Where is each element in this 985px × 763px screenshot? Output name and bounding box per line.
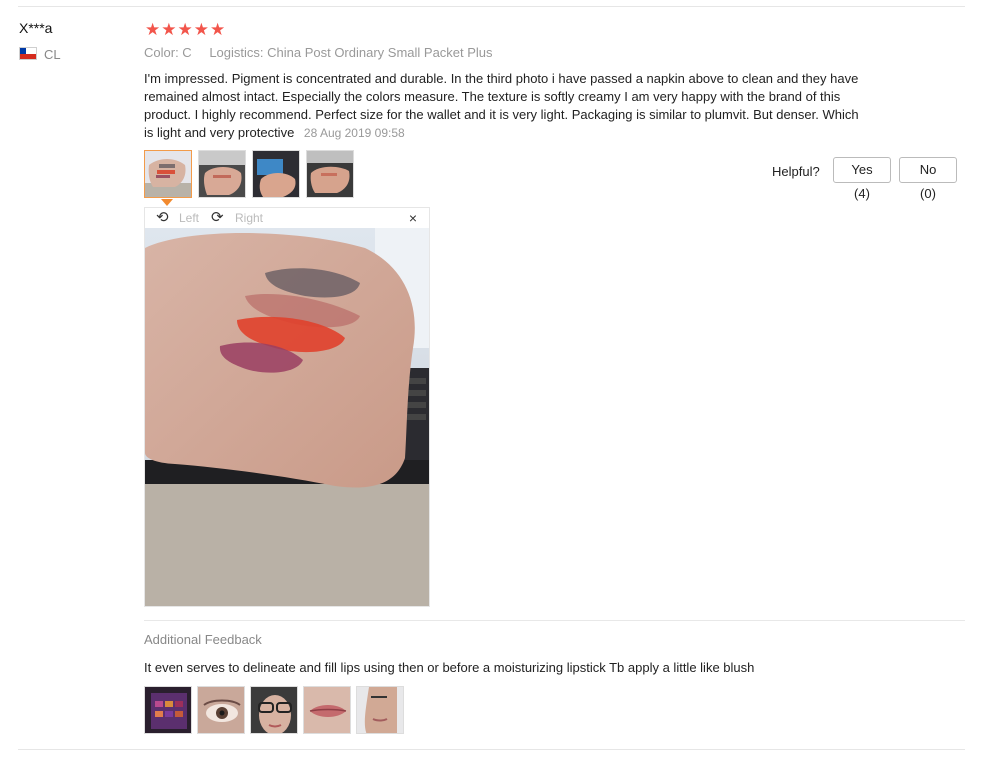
review-photo-large: [145, 228, 429, 606]
rotate-right-icon[interactable]: ⟳: [211, 210, 224, 226]
additional-photo-thumb[interactable]: [144, 686, 192, 734]
review-photo-thumbnails: [144, 150, 354, 198]
additional-photo-thumb[interactable]: [197, 686, 245, 734]
rotate-right-label[interactable]: Right: [235, 211, 263, 225]
additional-feedback-label: Additional Feedback: [144, 632, 262, 647]
additional-photo-thumb[interactable]: [250, 686, 298, 734]
additional-photo-thumbnails: [144, 686, 404, 734]
active-thumb-pointer: [161, 199, 173, 206]
close-icon[interactable]: ×: [409, 210, 417, 226]
rotate-left-label[interactable]: Left: [179, 211, 199, 225]
additional-photo-thumb[interactable]: [356, 686, 404, 734]
review-photo-thumb[interactable]: [306, 150, 354, 198]
review-photo-thumb[interactable]: [144, 150, 192, 198]
logistics-info: Logistics: China Post Ordinary Small Pac…: [209, 45, 493, 60]
review-body: I'm impressed. Pigment is concentrated a…: [144, 71, 859, 140]
review-photo-thumb[interactable]: [198, 150, 246, 198]
review-text: I'm impressed. Pigment is concentrated a…: [144, 70, 864, 142]
review-date: 28 Aug 2019 09:58: [303, 126, 405, 140]
reviewer-country: CL: [44, 47, 61, 62]
reviewer-name: X***a: [19, 20, 53, 36]
viewer-toolbar: ⟲ Left ⟳ Right ×: [145, 208, 429, 228]
helpful-label: Helpful?: [772, 164, 820, 179]
bottom-divider: [18, 749, 965, 750]
helpful-yes-button[interactable]: Yes (4): [833, 157, 891, 201]
photo-viewer: ⟲ Left ⟳ Right ×: [144, 207, 430, 607]
review-meta: Color: C Logistics: China Post Ordinary …: [144, 45, 507, 60]
color-option: Color: C: [144, 45, 192, 60]
top-divider: [18, 6, 965, 7]
rotate-left-icon[interactable]: ⟲: [156, 210, 169, 226]
chile-flag-icon: [19, 47, 37, 60]
additional-feedback-text: It even serves to delineate and fill lip…: [144, 660, 755, 675]
star-rating: ★★★★★: [145, 20, 227, 39]
helpful-no-button[interactable]: No (0): [899, 157, 957, 201]
section-divider: [144, 620, 965, 621]
additional-photo-thumb[interactable]: [303, 686, 351, 734]
review-photo-thumb[interactable]: [252, 150, 300, 198]
